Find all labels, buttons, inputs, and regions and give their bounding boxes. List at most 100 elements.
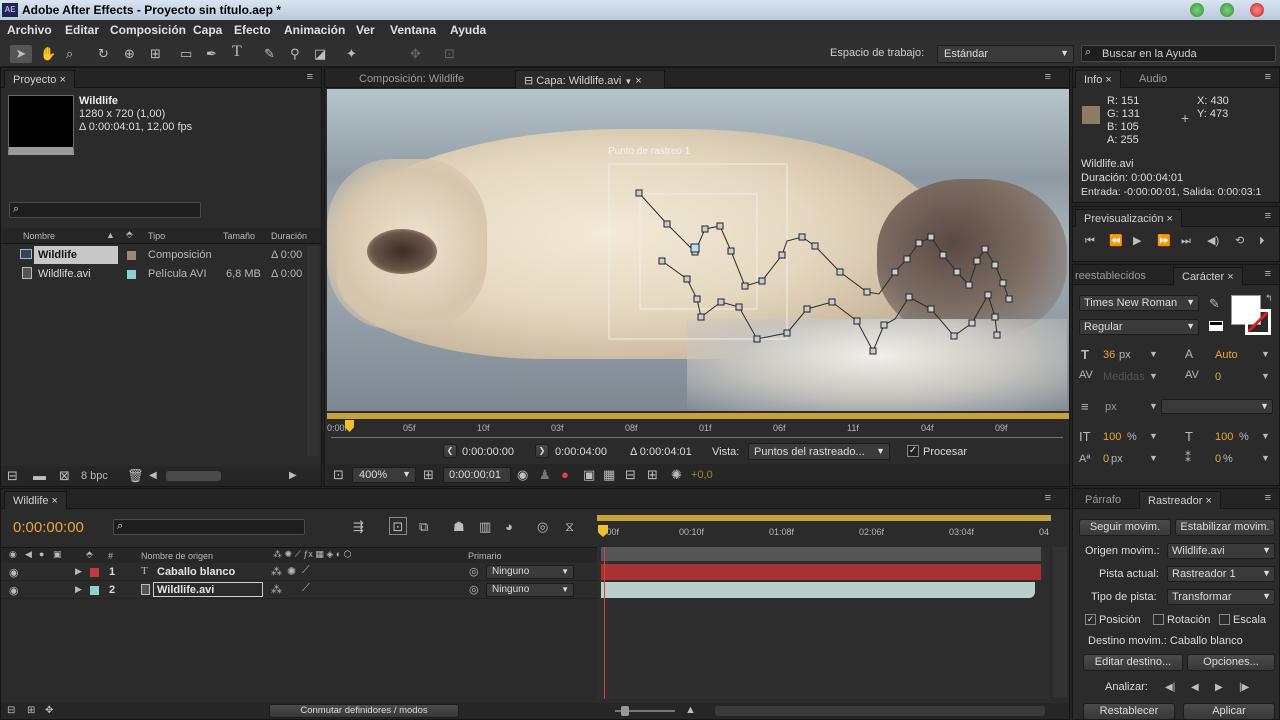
comp-mini-flowchart-icon[interactable]: ⇶ [353, 520, 364, 533]
leading-value[interactable]: Auto [1215, 349, 1238, 361]
parent-dropdown[interactable]: Ninguno ▼ [486, 583, 574, 597]
track-points[interactable] [635, 189, 1013, 355]
chevron-down-icon[interactable]: ▼ [1261, 349, 1270, 359]
tsume-value[interactable]: 0 [1215, 453, 1221, 465]
interpret-footage-icon[interactable]: ⊟ [7, 469, 18, 482]
motion-blur-icon[interactable]: ◕ [505, 520, 513, 533]
menu-animacion[interactable]: Animación [284, 23, 345, 37]
set-out-button[interactable]: ❯ [535, 444, 549, 458]
kerning-value[interactable]: Medidas [1103, 371, 1145, 383]
title-safe-icon[interactable]: ⊞ [423, 468, 434, 481]
bpc-indicator[interactable]: 8 bpc [81, 470, 108, 482]
comp-work-area-bar[interactable] [597, 515, 1051, 521]
graph-editor-icon[interactable]: ⧖ [565, 520, 574, 533]
reset-button[interactable]: Restablecer [1083, 703, 1175, 720]
workspace-dropdown[interactable]: Estándar ▼ [937, 45, 1074, 63]
out-time[interactable]: 0:00:04:00 [555, 446, 607, 458]
attach-point[interactable] [690, 243, 700, 253]
stroke-style-dropdown[interactable]: ▼ [1161, 399, 1273, 414]
tab-character[interactable]: Carácter × [1173, 267, 1243, 285]
exposure-icon[interactable]: ✺ [671, 468, 682, 481]
white-swatch[interactable] [1209, 325, 1223, 330]
rotate-tool-icon[interactable]: ↻ [98, 47, 109, 60]
menu-editar[interactable]: Editar [65, 23, 99, 37]
chevron-down-icon[interactable]: ▼ [1261, 371, 1270, 381]
region-of-interest-icon[interactable]: ▣ [583, 468, 595, 481]
brainstorm-icon[interactable]: ◎ [537, 520, 548, 533]
panel-menu-icon[interactable]: ≡ [1265, 71, 1271, 83]
expand-icon[interactable]: ▶ [75, 584, 82, 595]
chevron-down-icon[interactable]: ▼ [1149, 349, 1158, 359]
panel-menu-icon[interactable]: ≡ [1045, 71, 1051, 83]
rectangle-tool-icon[interactable]: ▭ [180, 47, 192, 60]
tab-layer[interactable]: ⊟ Capa: Wildlife.avi ▼ × [515, 70, 665, 88]
zoom-in-icon[interactable]: ▲ [685, 704, 696, 717]
col-duration[interactable]: Duración [271, 231, 307, 241]
layer-name[interactable]: Caballo blanco [157, 566, 235, 578]
project-row[interactable]: Wildlife.avi Película AVI 6,8 MB Δ 0:00 [1, 265, 306, 283]
chevron-down-icon[interactable]: ▼ [1149, 401, 1158, 411]
col-name[interactable]: Nombre [23, 231, 55, 241]
draft-3d-icon[interactable]: ⧉ [419, 520, 428, 533]
tab-project[interactable]: Proyecto × [4, 70, 75, 88]
visibility-icon[interactable]: ◉ [9, 584, 19, 597]
tab-tracker[interactable]: Rastreador × [1139, 491, 1221, 509]
quality-switch-icon[interactable]: ⟋ [302, 582, 310, 595]
track-motion-button[interactable]: Seguir movim. [1079, 519, 1171, 536]
type-tool-icon[interactable]: T [232, 44, 242, 60]
position-checkbox[interactable]: ✓ [1085, 614, 1096, 625]
ram-preview-icon[interactable]: ⏵ [1259, 235, 1265, 248]
layer-row[interactable]: ◉ ▶ 1 T Caballo blanco ⁂ ✺ ⟋ ◎ Ninguno ▼ [1, 564, 597, 581]
analyze-forward-one-icon[interactable]: |▶ [1239, 681, 1249, 694]
horizontal-scale-value[interactable]: 100 [1215, 431, 1233, 443]
next-frame-icon[interactable]: ⏩ [1157, 235, 1171, 248]
tracking-value[interactable]: 0 [1215, 371, 1221, 383]
layer-label-swatch[interactable] [90, 586, 99, 595]
stabilize-motion-button[interactable]: Estabilizar movim. [1175, 519, 1275, 536]
layer-view-icon[interactable]: ⊞ [647, 468, 658, 481]
panel-menu-icon[interactable]: ≡ [1265, 268, 1271, 280]
first-frame-icon[interactable]: ⏮ [1085, 235, 1095, 248]
vertical-scale-value[interactable]: 100 [1103, 431, 1121, 443]
view-options-icon[interactable]: ⊟ [625, 468, 636, 481]
timeline-scrollbar[interactable] [1053, 547, 1067, 697]
analyze-back-icon[interactable]: ◀ [1191, 681, 1199, 694]
pen-tool-icon[interactable]: ✒ [206, 47, 217, 60]
stroke-color-swatch[interactable] [1245, 309, 1271, 335]
tab-info[interactable]: Info × [1075, 70, 1121, 88]
menu-archivo[interactable]: Archivo [7, 23, 52, 37]
tab-paragraph[interactable]: Párrafo [1077, 491, 1129, 509]
layer-bar-footage[interactable] [601, 582, 1035, 598]
pickwhip-icon[interactable]: ◎ [469, 565, 479, 578]
visibility-icon[interactable]: ◉ [9, 566, 19, 579]
selection-tool-icon[interactable]: ➤ [10, 45, 32, 63]
tab-preview[interactable]: Previsualización × [1075, 209, 1182, 227]
track-type-dropdown[interactable]: Transformar ▼ [1167, 589, 1275, 605]
play-icon[interactable]: ▶ [1133, 235, 1141, 248]
chevron-down-icon[interactable]: ▼ [1149, 371, 1158, 381]
menu-capa[interactable]: Capa [193, 23, 222, 37]
panel-menu-icon[interactable]: ≡ [1265, 210, 1271, 222]
last-frame-icon[interactable]: ⏭ [1181, 235, 1191, 248]
channel-icon[interactable]: ● [561, 468, 569, 481]
expand-layer-switches-icon[interactable]: ⊟ [7, 704, 15, 717]
hand-tool-icon[interactable]: ✋ [40, 47, 56, 60]
edit-target-button[interactable]: Editar destino... [1083, 654, 1183, 671]
zoom-dropdown[interactable]: 400% ▼ [352, 467, 416, 483]
panel-menu-icon[interactable]: ≡ [1265, 492, 1271, 504]
project-row[interactable]: Wildlife Composición Δ 0:00 [1, 246, 306, 264]
comp-time-ruler[interactable]: 0:00f 00:10f 01:08f 02:06f 03:04f 04 [597, 513, 1051, 543]
project-hscrollbar[interactable] [166, 471, 221, 481]
shy-switch-icon[interactable]: ⁂ [271, 565, 282, 578]
process-checkbox[interactable]: ✓ [907, 445, 919, 457]
pan-behind-tool-icon[interactable]: ⊞ [150, 47, 161, 60]
scroll-left-icon[interactable]: ◀ [149, 469, 157, 482]
maximize-button[interactable] [1220, 3, 1234, 17]
panel-menu-icon[interactable]: ≡ [307, 71, 313, 83]
quality-switch-icon[interactable]: ⟋ [302, 564, 310, 577]
eraser-tool-icon[interactable]: ◪ [314, 47, 326, 60]
chevron-down-icon[interactable]: ▼ [1149, 431, 1158, 441]
set-in-button[interactable]: ❮ [443, 444, 457, 458]
timeline-hscrollbar[interactable] [715, 706, 1045, 716]
panel-menu-icon[interactable]: ≡ [1045, 492, 1051, 504]
